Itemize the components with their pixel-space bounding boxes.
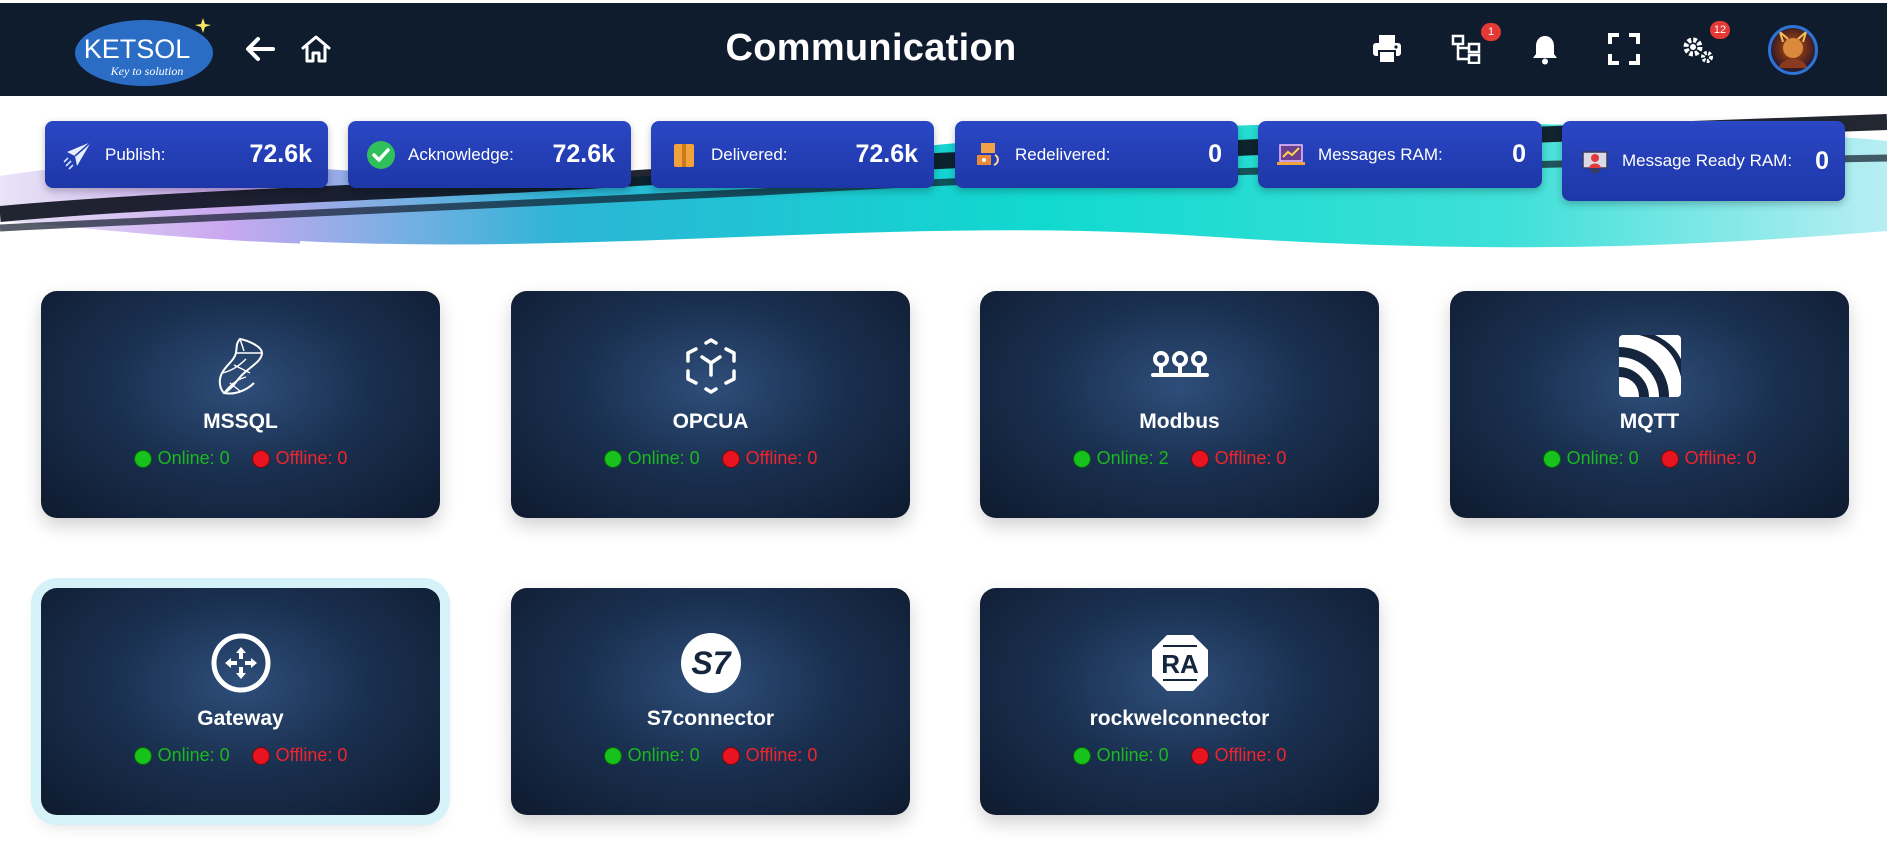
gears-icon[interactable]: 12 (1678, 21, 1730, 69)
online-dot (603, 449, 622, 468)
gateway-icon (41, 632, 440, 694)
online-count: Online: 0 (157, 745, 230, 765)
stat-delivered: Delivered: 72.6k (651, 121, 934, 188)
offline-count: Offline: 0 (1214, 448, 1287, 468)
connector-card-gateway[interactable]: Gateway Online: 0 Offline: 0 (41, 588, 440, 815)
network-badge: 1 (1481, 23, 1501, 41)
stat-redelivered: Redelivered: 0 (955, 121, 1238, 188)
online-count: Online: 0 (1566, 448, 1639, 468)
stat-value: 72.6k (855, 140, 918, 168)
connector-name: MSSQL (203, 410, 278, 433)
stat-label: Publish: (105, 144, 166, 164)
connector-name: OPCUA (672, 410, 749, 433)
stat-value: 0 (1208, 140, 1222, 168)
laptop-chart-icon (1276, 140, 1306, 170)
connector-status: Online: 0 Offline: 0 (41, 745, 440, 766)
connector-name: rockwelconnector (1089, 707, 1270, 730)
online-count: Online: 2 (1096, 448, 1169, 468)
check-circle-icon (366, 140, 396, 170)
stat-value: 72.6k (249, 140, 312, 168)
monitor-user-icon (1580, 146, 1610, 176)
connector-card-s7connector[interactable]: S7 S7connector Online: 0 Offline: 0 (511, 588, 910, 815)
offline-count: Offline: 0 (745, 448, 818, 468)
offline-dot (1190, 449, 1209, 468)
connector-card-opcua[interactable]: OPCUA Online: 0 Offline: 0 (511, 291, 910, 518)
mssql-icon (41, 335, 440, 397)
online-count: Online: 0 (1096, 745, 1169, 765)
connector-card-modbus[interactable]: Modbus Online: 2 Offline: 0 (980, 291, 1379, 518)
stat-acknowledge: Acknowledge: 72.6k (348, 121, 631, 188)
s7-icon: S7 (511, 632, 910, 694)
online-dot (603, 746, 622, 765)
offline-dot (251, 746, 270, 765)
offline-dot (1660, 449, 1679, 468)
online-dot (133, 449, 152, 468)
top-bar: KETSOL Key to solution Communication 1 1… (0, 0, 1887, 96)
connector-status: Online: 0 Offline: 0 (511, 745, 910, 766)
online-count: Online: 0 (627, 745, 700, 765)
connector-name: S7connector (646, 707, 775, 730)
online-dot (1072, 746, 1091, 765)
connector-card-mqtt[interactable]: MQTT Online: 0 Offline: 0 (1450, 291, 1849, 518)
online-dot (1542, 449, 1561, 468)
connector-status: Online: 0 Offline: 0 (980, 745, 1379, 766)
offline-count: Offline: 0 (1214, 745, 1287, 765)
online-count: Online: 0 (157, 448, 230, 468)
offline-dot (721, 746, 740, 765)
stat-value: 72.6k (552, 140, 615, 168)
stat-messages-ram: Messages RAM: 0 (1258, 121, 1542, 188)
paper-plane-icon (63, 140, 93, 170)
online-dot (133, 746, 152, 765)
connector-status: Online: 2 Offline: 0 (980, 448, 1379, 469)
offline-dot (1190, 746, 1209, 765)
stat-value: 0 (1815, 146, 1829, 175)
offline-dot (721, 449, 740, 468)
opcua-icon (511, 335, 910, 397)
box-icon (669, 140, 699, 170)
rockwell-icon: RA (980, 632, 1379, 694)
bell-icon[interactable] (1525, 29, 1565, 69)
connector-status: Online: 0 Offline: 0 (41, 448, 440, 469)
mqtt-icon (1450, 335, 1849, 397)
online-count: Online: 0 (627, 448, 700, 468)
stat-publish: Publish: 72.6k (45, 121, 328, 188)
user-avatar[interactable] (1768, 25, 1818, 75)
fullscreen-icon[interactable] (1604, 29, 1644, 69)
connector-card-rockwelconnector[interactable]: RA rockwelconnector Online: 0 Offline: 0 (980, 588, 1379, 815)
connector-name: Modbus (1139, 410, 1220, 433)
network-icon[interactable]: 1 (1447, 23, 1501, 69)
offline-count: Offline: 0 (275, 745, 348, 765)
redelivery-icon (973, 140, 1003, 170)
svg-text:RA: RA (1161, 649, 1199, 679)
connector-name: Gateway (197, 707, 284, 730)
offline-count: Offline: 0 (1684, 448, 1757, 468)
offline-count: Offline: 0 (275, 448, 348, 468)
stat-value: 0 (1512, 140, 1526, 168)
connector-card-mssql[interactable]: MSSQL Online: 0 Offline: 0 (41, 291, 440, 518)
stat-label: Acknowledge: (408, 144, 514, 164)
printer-icon[interactable] (1367, 29, 1407, 69)
stat-label: Messages RAM: (1318, 144, 1443, 164)
settings-badge: 12 (1710, 21, 1730, 39)
stat-label: Delivered: (711, 144, 788, 164)
connector-name: MQTT (1619, 410, 1680, 433)
offline-dot (251, 449, 270, 468)
modbus-icon (980, 335, 1379, 397)
svg-text:S7: S7 (691, 645, 732, 681)
connector-status: Online: 0 Offline: 0 (1450, 448, 1849, 469)
stat-message-ready-ram: Message Ready RAM: 0 (1562, 121, 1845, 201)
stat-label: Message Ready RAM: (1622, 151, 1793, 170)
stat-label: Redelivered: (1015, 144, 1111, 164)
connector-status: Online: 0 Offline: 0 (511, 448, 910, 469)
offline-count: Offline: 0 (745, 745, 818, 765)
online-dot (1072, 449, 1091, 468)
